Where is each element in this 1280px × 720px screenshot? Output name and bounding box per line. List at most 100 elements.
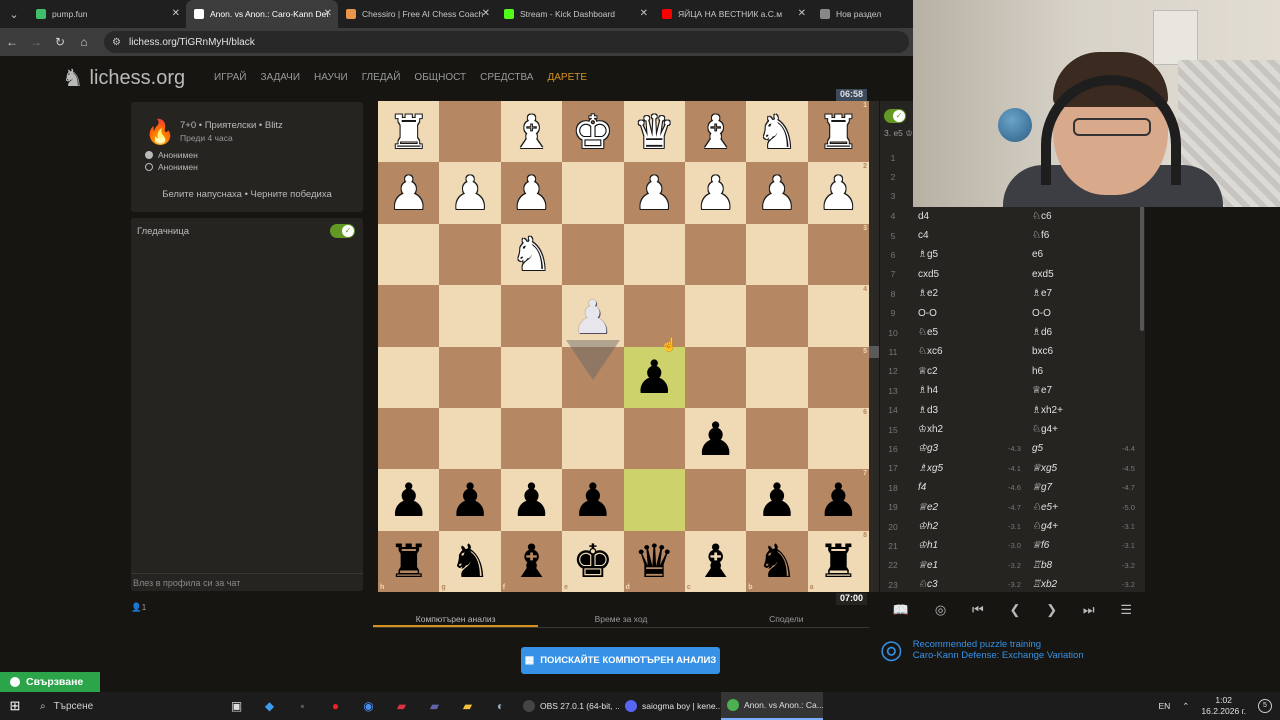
- board-square[interactable]: ♟: [623, 162, 685, 224]
- white-move[interactable]: O-O: [918, 308, 937, 319]
- board-square[interactable]: ♟: [439, 162, 501, 224]
- white-move[interactable]: ♗d3: [918, 405, 938, 416]
- url-input[interactable]: ⚙ lichess.org/TiGRnMyH/black: [104, 31, 909, 53]
- white-move[interactable]: ♕e1: [918, 560, 938, 571]
- board-square[interactable]: [439, 285, 501, 347]
- black-piece[interactable]: ♟: [511, 477, 552, 523]
- board-square[interactable]: ♚ e: [562, 530, 624, 592]
- nav-item[interactable]: ОБЩНОСТ: [414, 72, 466, 83]
- black-move[interactable]: ♘e5+: [1032, 502, 1058, 513]
- white-move[interactable]: c4: [918, 230, 929, 241]
- under-board-tab[interactable]: Време за ход: [538, 610, 703, 627]
- white-move[interactable]: ♗xg5: [918, 463, 943, 474]
- browser-tab[interactable]: ЯЙЦА НА ВЕСТНИК а.С.м ✕: [654, 0, 812, 28]
- last-move-icon[interactable]: ⏭: [1083, 602, 1095, 618]
- first-move-icon[interactable]: ⏮: [972, 602, 984, 618]
- chat-toggle[interactable]: ✓: [330, 224, 355, 238]
- black-piece[interactable]: ♝: [695, 538, 736, 584]
- black-move[interactable]: h6: [1032, 366, 1043, 377]
- menu-icon[interactable]: ☰: [1120, 602, 1132, 618]
- target-icon[interactable]: ◎: [935, 602, 946, 618]
- white-move[interactable]: ♘c3: [918, 579, 938, 590]
- black-piece[interactable]: ♜: [388, 538, 429, 584]
- black-move[interactable]: exd5: [1032, 269, 1054, 280]
- board-square[interactable]: ♟: [623, 346, 685, 408]
- black-move[interactable]: ♕e7: [1032, 385, 1052, 396]
- black-move[interactable]: ♘f6: [1032, 230, 1049, 241]
- board-square[interactable]: ♟: [439, 469, 501, 531]
- powerpoint-icon[interactable]: ▰: [385, 692, 418, 720]
- black-piece[interactable]: ♟: [572, 477, 613, 523]
- board-square[interactable]: ♝ f: [500, 530, 563, 592]
- board-square[interactable]: ♞: [746, 101, 808, 163]
- board-square[interactable]: ♟: [500, 469, 563, 531]
- white-player[interactable]: Анонимен: [145, 150, 198, 160]
- board-square[interactable]: ♝: [684, 101, 747, 163]
- black-move[interactable]: ♘c6: [1032, 211, 1052, 222]
- nav-item[interactable]: НАУЧИ: [314, 72, 348, 83]
- black-move[interactable]: ♖b8: [1032, 560, 1052, 571]
- under-board-tab[interactable]: Компютърен анализ: [373, 610, 539, 627]
- request-analysis-button[interactable]: ▦ ПОИСКАЙТЕ КОМПЮТЪРЕН АНАЛИЗ: [521, 647, 720, 674]
- board-square[interactable]: ♛: [623, 101, 685, 163]
- edge-icon[interactable]: ◉: [352, 692, 385, 720]
- board-square[interactable]: [746, 407, 808, 470]
- taskbar-app[interactable]: OBS 27.0.1 (64-bit, ...: [517, 692, 619, 720]
- black-move[interactable]: g5: [1032, 443, 1043, 454]
- white-piece[interactable]: ♟: [818, 170, 859, 216]
- board-square[interactable]: ♜: [378, 101, 440, 163]
- notification-icon[interactable]: 5: [1258, 699, 1272, 713]
- black-move[interactable]: ♗d6: [1032, 327, 1052, 338]
- close-tab-icon[interactable]: ✕: [640, 8, 648, 19]
- white-move[interactable]: ♗g5: [918, 249, 938, 260]
- taskbar-search[interactable]: ⌕ Търсене: [30, 692, 220, 720]
- white-move[interactable]: ♗e2: [918, 288, 938, 299]
- board-square[interactable]: [562, 407, 624, 470]
- board-square[interactable]: [684, 469, 747, 531]
- black-move[interactable]: ♘g4+: [1032, 424, 1058, 435]
- board-square[interactable]: ♞ g: [439, 530, 501, 592]
- white-piece[interactable]: ♞: [756, 109, 797, 155]
- board-resize-handle[interactable]: [869, 346, 879, 358]
- black-piece[interactable]: ♟: [388, 477, 429, 523]
- tab-search-icon[interactable]: ⌄: [0, 0, 28, 28]
- board-square[interactable]: ♟: [684, 407, 747, 470]
- nav-item[interactable]: ИГРАЙ: [214, 72, 246, 83]
- white-piece[interactable]: ♜: [818, 109, 859, 155]
- board-square[interactable]: [439, 346, 501, 408]
- board-square[interactable]: ♚: [562, 101, 624, 163]
- nav-item[interactable]: ЗАДАЧИ: [260, 72, 300, 83]
- task-view-icon[interactable]: ▣: [220, 692, 253, 720]
- board-square[interactable]: ♟ 2: [807, 162, 869, 224]
- black-piece[interactable]: ♛: [634, 538, 675, 584]
- app-icon[interactable]: ▪: [286, 692, 319, 720]
- board-square[interactable]: 5: [807, 346, 869, 408]
- white-move[interactable]: ♘e5: [918, 327, 938, 338]
- black-piece[interactable]: ♟: [449, 477, 490, 523]
- board-square[interactable]: [500, 407, 563, 470]
- white-move[interactable]: ♔h2: [918, 521, 938, 532]
- white-piece[interactable]: ♛: [634, 109, 675, 155]
- white-move[interactable]: ♗h4: [918, 385, 938, 396]
- black-piece[interactable]: ♟: [695, 416, 736, 462]
- white-piece[interactable]: ♟: [695, 170, 736, 216]
- browser-tab[interactable]: Chessiro | Free AI Chess Coach ✕: [338, 0, 496, 28]
- board-square[interactable]: ♟: [684, 162, 747, 224]
- board-square[interactable]: [684, 285, 747, 347]
- home-icon[interactable]: ⌂: [72, 35, 96, 49]
- black-move[interactable]: ♘g4+: [1032, 521, 1058, 532]
- white-move[interactable]: ♕c2: [918, 366, 938, 377]
- black-move[interactable]: ♕g7: [1032, 482, 1052, 493]
- board-square[interactable]: 3: [807, 223, 869, 286]
- board-square[interactable]: ♜ 8 a: [807, 530, 869, 592]
- taskbar-app[interactable]: Anon. vs Anon.: Ca...: [721, 692, 823, 720]
- board-square[interactable]: ♛ d: [623, 530, 685, 592]
- taskbar-app[interactable]: saiogma boy | kene...: [619, 692, 721, 720]
- board-square[interactable]: ♟: [500, 162, 563, 224]
- browser-tab[interactable]: pump.fun ✕: [28, 0, 186, 28]
- browser-tab[interactable]: Нов раздел: [812, 0, 902, 28]
- site-info-icon[interactable]: ⚙: [112, 37, 121, 48]
- white-piece[interactable]: ♟: [388, 170, 429, 216]
- board-square[interactable]: ♞: [500, 223, 563, 286]
- vscode-icon[interactable]: ◆: [253, 692, 286, 720]
